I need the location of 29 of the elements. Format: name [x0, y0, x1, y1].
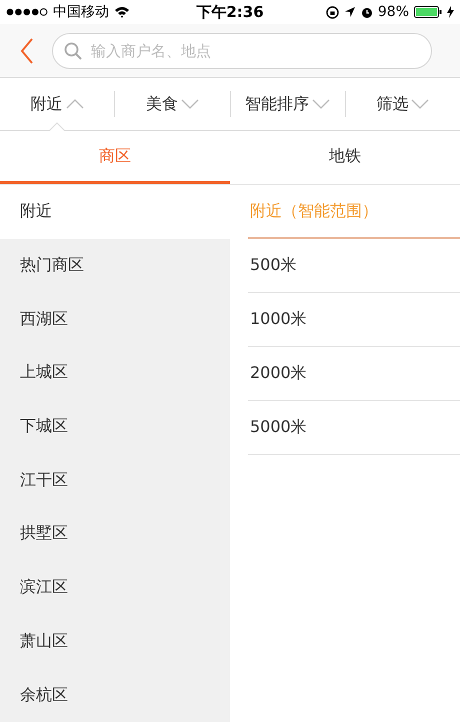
signal-icon: [6, 8, 48, 16]
district-item[interactable]: 上城区: [0, 346, 230, 400]
charging-icon: [447, 6, 454, 18]
search-field[interactable]: 输入商户名、地点: [52, 32, 432, 68]
district-item[interactable]: 萧山区: [0, 614, 230, 668]
location-arrow-icon: [344, 6, 356, 18]
chevron-down-icon: [180, 99, 199, 109]
lock-rotation-icon: [326, 6, 339, 18]
filter-dropdown[interactable]: 美食: [115, 78, 230, 130]
district-item[interactable]: 西湖区: [0, 292, 230, 346]
district-item[interactable]: 拱墅区: [0, 507, 230, 561]
filter-dropdown[interactable]: 附近: [0, 78, 114, 130]
search-icon: [64, 42, 82, 60]
battery-percent: 98%: [378, 4, 409, 20]
carrier-name: 中国移动: [53, 3, 109, 21]
filter-dropdown[interactable]: 智能排序: [230, 78, 345, 130]
battery-icon: [414, 6, 442, 18]
filter-dropdown[interactable]: 筛选: [346, 78, 460, 130]
wifi-icon: [114, 6, 130, 18]
alarm-icon: [360, 6, 373, 18]
chevron-up-icon: [66, 99, 84, 109]
district-item[interactable]: 江干区: [0, 453, 230, 508]
chevron-down-icon: [411, 99, 430, 109]
district-item[interactable]: 滨江区: [0, 560, 230, 614]
chevron-down-icon: [312, 99, 330, 109]
district-item[interactable]: 余杭区: [0, 668, 230, 722]
district-item[interactable]: 下城区: [0, 400, 230, 454]
clock-time: 下午2:36: [196, 2, 264, 22]
district-item[interactable]: 热门商区: [0, 238, 230, 292]
